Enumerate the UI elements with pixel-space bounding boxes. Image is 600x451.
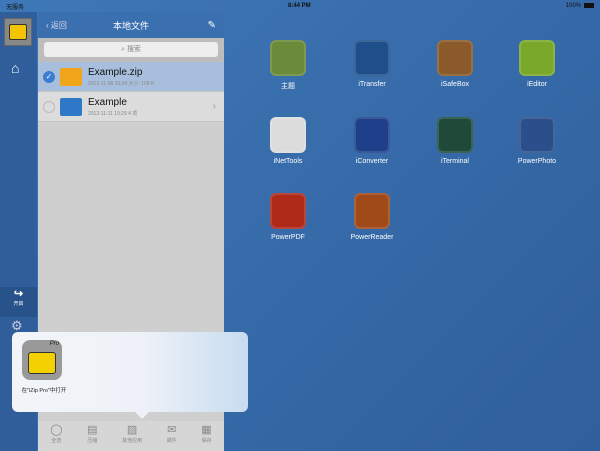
- file-meta: 2013-11-08 15:34 大小: 108 K: [88, 80, 155, 87]
- label: 其他应用: [122, 438, 143, 444]
- bottom-toolbar: ◯ 全选 ▤ 压缩 ▨ 其他应用 ✉ 邮件 ▦ 保存: [38, 421, 224, 451]
- zip-file-icon: [60, 67, 82, 86]
- app-icon: [354, 193, 390, 229]
- label: 压缩: [87, 438, 98, 444]
- save-button[interactable]: ▦ 保存: [201, 425, 211, 447]
- app-iconverter[interactable]: iConverter: [342, 117, 402, 165]
- mail-button[interactable]: ✉ 邮件: [167, 425, 177, 447]
- app-label: 主题: [281, 83, 295, 90]
- file-meta: 2013-11-11 19:29 4 项: [88, 110, 138, 117]
- label: 保存: [201, 438, 212, 444]
- app-powerphoto[interactable]: PowerPhoto: [507, 117, 567, 165]
- app-label: iTerminal: [440, 158, 469, 165]
- edit-icon[interactable]: ✎: [208, 20, 216, 31]
- battery-percent: 100%: [565, 3, 581, 10]
- app-label: iEditor: [527, 81, 547, 88]
- folder-icon: [60, 97, 82, 116]
- app-icon: [354, 117, 390, 153]
- app-isafebox[interactable]: iSafeBox: [425, 40, 485, 88]
- back-button[interactable]: ‹ 返回: [46, 20, 67, 31]
- home-icon[interactable]: ⌂: [11, 60, 19, 76]
- folder-app-icon[interactable]: [4, 18, 32, 46]
- chevron-right-icon: ›: [212, 101, 216, 112]
- search-placeholder: 搜索: [126, 46, 141, 53]
- app-icon: [270, 40, 306, 76]
- app-icon: [437, 40, 473, 76]
- app-label: PowerReader: [350, 234, 394, 241]
- label: 邮件: [166, 438, 177, 444]
- app-label: PowerPhoto: [517, 158, 557, 165]
- battery-icon: [584, 2, 594, 8]
- app-ieditor[interactable]: iEditor: [507, 40, 567, 88]
- clock: 8:44 PM: [288, 3, 311, 9]
- app-icon: [519, 40, 555, 76]
- app-powerpdf[interactable]: PowerPDF: [258, 193, 318, 241]
- open-in-button[interactable]: ▨ 其他应用: [122, 425, 142, 447]
- checkbox-checked[interactable]: ✓: [43, 70, 55, 83]
- checkbox[interactable]: [43, 100, 55, 113]
- app-label: PowerPDF: [271, 234, 305, 241]
- share-button[interactable]: ↪ 开启: [0, 287, 37, 317]
- label: 全选: [51, 438, 62, 444]
- compress-button[interactable]: ▤ 压缩: [87, 425, 97, 447]
- select-all-button[interactable]: ◯ 全选: [50, 425, 62, 447]
- app-label: iSafeBox: [440, 81, 470, 88]
- app-label: iNetTools: [273, 158, 303, 165]
- app-label: iTransfer: [358, 81, 386, 88]
- file-name: Example: [88, 96, 127, 108]
- app-icon: [519, 117, 555, 153]
- app-itransfer[interactable]: iTransfer: [342, 40, 402, 88]
- status-bar: 无服务 8:44 PM 100%: [0, 0, 600, 12]
- share-icon: ↪: [13, 288, 24, 300]
- app-icon: [437, 117, 473, 153]
- open-in-popover: Pro 在"iZip Pro"中打开: [12, 332, 248, 419]
- app-label: iConverter: [355, 158, 389, 165]
- open-in-izip-label[interactable]: 在"iZip Pro"中打开: [16, 386, 72, 394]
- app-powerreader[interactable]: PowerReader: [342, 193, 402, 241]
- izip-pro-app-icon[interactable]: Pro: [22, 340, 62, 380]
- file-name: Example.zip: [88, 66, 143, 78]
- app-主题[interactable]: 主题: [258, 40, 318, 91]
- back-label: 返回: [50, 20, 67, 30]
- file-row[interactable]: Example 2013-11-11 19:29 4 项 ›: [38, 92, 224, 122]
- search-input[interactable]: ⌕ 搜索: [44, 42, 218, 57]
- file-row[interactable]: ✓ Example.zip 2013-11-08 15:34 大小: 108 K: [38, 62, 224, 92]
- app-inettools[interactable]: iNetTools: [258, 117, 318, 165]
- app-icon: [354, 40, 390, 76]
- page-title: 本地文件: [112, 20, 149, 31]
- pro-badge: Pro: [49, 341, 59, 347]
- panel-header: ‹ 返回 本地文件 ✎: [38, 12, 224, 38]
- app-icon: [270, 117, 306, 153]
- app-icon: [270, 193, 306, 229]
- share-label: 开启: [13, 301, 24, 307]
- app-iterminal[interactable]: iTerminal: [425, 117, 485, 165]
- carrier: 无服务: [6, 4, 25, 11]
